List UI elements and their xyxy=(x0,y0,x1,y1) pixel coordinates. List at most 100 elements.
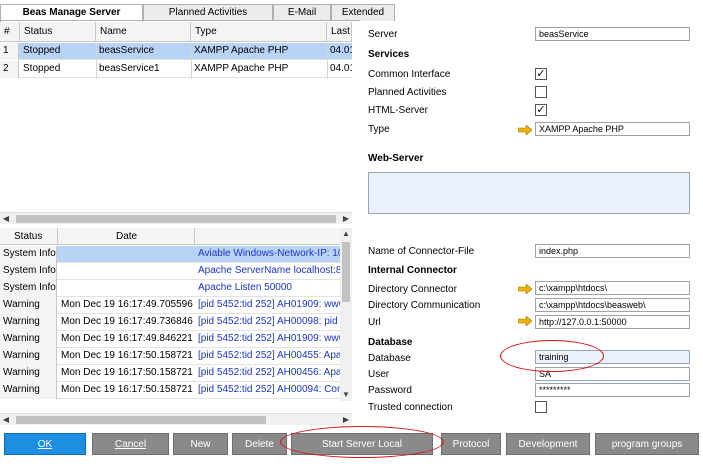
log-message: Apache ServerName localhost:80 xyxy=(198,265,340,276)
log-grid-hscrollbar[interactable]: ◀ ▶ xyxy=(0,413,352,425)
trusted-connection-checkbox[interactable] xyxy=(535,401,547,413)
directory-connector-field[interactable]: c:\xampp\htdocs\ xyxy=(535,281,690,295)
web-server-textarea[interactable] xyxy=(368,172,690,214)
scroll-left-icon[interactable]: ◀ xyxy=(0,414,12,426)
list-item[interactable]: Warning Mon Dec 19 16:17:49.846221 20 [p… xyxy=(0,331,340,348)
log-status: System Info xyxy=(0,263,57,280)
scroll-thumb[interactable] xyxy=(16,215,336,223)
check-icon: ✓ xyxy=(536,104,546,116)
server-detail-form: Server beasService Services Common Inter… xyxy=(360,22,703,417)
log-date: Mon Dec 19 16:17:49.846221 20 xyxy=(61,333,195,344)
row-last: 04.01 xyxy=(330,45,352,56)
scroll-right-icon[interactable]: ▶ xyxy=(340,213,352,225)
log-status: Warning xyxy=(0,348,57,365)
log-status: System Info xyxy=(0,280,57,297)
log-date: Mon Dec 19 16:17:50.158721 20 xyxy=(61,350,195,361)
new-button[interactable]: New xyxy=(173,433,228,455)
col-date-header[interactable]: Date xyxy=(58,228,195,245)
col-num-header[interactable]: # xyxy=(0,22,20,42)
protocol-button[interactable]: Protocol xyxy=(441,433,501,455)
server-field[interactable]: beasService xyxy=(535,27,690,41)
list-item[interactable]: Warning Mon Dec 19 16:17:50.158721 20 [p… xyxy=(0,382,340,399)
common-interface-checkbox[interactable]: ✓ xyxy=(535,68,547,80)
log-status: Warning xyxy=(0,365,57,382)
row-status: Stopped xyxy=(23,45,61,56)
log-date: Mon Dec 19 16:17:49.736846 20 xyxy=(61,316,195,327)
link-arrow-icon[interactable] xyxy=(518,284,532,294)
column-divider xyxy=(327,43,328,79)
directory-communication-label: Directory Communication xyxy=(368,300,481,311)
cancel-button[interactable]: Cancel xyxy=(92,433,169,455)
button-bar: OK Cancel New Delete Start Server Local … xyxy=(0,426,703,464)
row-type: XAMPP Apache PHP xyxy=(194,63,289,74)
scroll-down-icon[interactable]: ▼ xyxy=(340,389,352,401)
list-item[interactable]: Warning Mon Dec 19 16:17:50.158721 20 [p… xyxy=(0,348,340,365)
trusted-connection-label: Trusted connection xyxy=(368,402,453,413)
row-status: Stopped xyxy=(23,63,61,74)
directory-communication-field[interactable]: c:\xampp\htdocs\beasweb\ xyxy=(535,298,690,312)
log-message: [pid 5452:tid 252] AH01909: www xyxy=(198,299,340,310)
tab-divider xyxy=(0,20,360,21)
col-last-header[interactable]: Last C xyxy=(327,22,352,42)
table-row[interactable]: 2 Stopped beasService1 XAMPP Apache PHP … xyxy=(0,61,352,78)
planned-activities-checkbox[interactable] xyxy=(535,86,547,98)
log-status: Warning xyxy=(0,314,57,331)
connector-file-field[interactable]: index.php xyxy=(535,244,690,258)
tab-extended[interactable]: Extended xyxy=(331,4,395,21)
log-message: [pid 5452:tid 252] AH01909: www xyxy=(198,333,340,344)
url-field[interactable]: http://127.0.0.1:50000 xyxy=(535,315,690,329)
password-field[interactable]: ********* xyxy=(535,383,690,397)
list-item[interactable]: Warning Mon Dec 19 16:17:50.158721 20 [p… xyxy=(0,365,340,382)
development-button[interactable]: Development xyxy=(506,433,590,455)
scroll-thumb[interactable] xyxy=(342,242,350,302)
row-name: beasService xyxy=(99,45,155,56)
delete-button[interactable]: Delete xyxy=(232,433,287,455)
log-grid: Status Date System Info Aviable Windows-… xyxy=(0,228,352,413)
list-item[interactable]: Warning Mon Dec 19 16:17:49.705596 20 [p… xyxy=(0,297,340,314)
scroll-up-icon[interactable]: ▲ xyxy=(340,228,352,240)
log-date: Mon Dec 19 16:17:49.705596 20 xyxy=(61,299,195,310)
list-item[interactable]: System Info Apache Listen 50000 xyxy=(0,280,340,297)
col-name-header[interactable]: Name xyxy=(96,22,191,42)
log-date: Mon Dec 19 16:17:50.158721 20 xyxy=(61,384,195,395)
col-status-header[interactable]: Status xyxy=(20,22,96,42)
log-grid-vscrollbar[interactable]: ▲ ▼ xyxy=(340,228,352,401)
link-arrow-icon[interactable] xyxy=(518,125,532,135)
scroll-left-icon[interactable]: ◀ xyxy=(0,213,12,225)
log-status: Warning xyxy=(0,297,57,314)
column-divider xyxy=(96,43,97,79)
type-field[interactable]: XAMPP Apache PHP xyxy=(535,122,690,136)
list-item[interactable]: System Info Apache ServerName localhost:… xyxy=(0,263,340,280)
html-server-checkbox[interactable]: ✓ xyxy=(535,104,547,116)
tab-email[interactable]: E-Mail xyxy=(273,4,331,21)
row-type: XAMPP Apache PHP xyxy=(194,45,289,56)
server-grid: # Status Name Type Last C 1 Stopped beas… xyxy=(0,22,352,222)
col-type-header[interactable]: Type xyxy=(191,22,327,42)
database-label: Database xyxy=(368,353,411,364)
log-message: [pid 5452:tid 252] AH00098: pid f xyxy=(198,316,340,327)
log-date: Mon Dec 19 16:17:50.158721 20 xyxy=(61,367,195,378)
internal-connector-heading: Internal Connector xyxy=(368,265,457,276)
tab-planned-activities[interactable]: Planned Activities xyxy=(143,4,273,21)
log-message: [pid 5452:tid 252] AH00094: Com xyxy=(198,384,340,395)
scroll-thumb[interactable] xyxy=(16,416,266,424)
list-item[interactable]: System Info Aviable Windows-Network-IP: … xyxy=(0,246,340,263)
server-grid-hscrollbar[interactable]: ◀ ▶ xyxy=(0,212,352,224)
column-divider xyxy=(191,43,192,79)
log-status: Warning xyxy=(0,331,57,348)
user-label: User xyxy=(368,369,390,380)
log-status: Warning xyxy=(0,382,57,399)
list-item[interactable]: Warning Mon Dec 19 16:17:49.736846 20 [p… xyxy=(0,314,340,331)
scroll-right-icon[interactable]: ▶ xyxy=(340,414,352,426)
col-status-header[interactable]: Status xyxy=(0,228,58,245)
directory-connector-label: Directory Connector xyxy=(368,284,457,295)
html-server-label: HTML-Server xyxy=(368,105,429,116)
table-row[interactable]: 1 Stopped beasService XAMPP Apache PHP 0… xyxy=(0,43,352,60)
link-arrow-icon[interactable] xyxy=(518,316,532,326)
annotation-circle xyxy=(280,426,444,458)
row-number: 2 xyxy=(0,61,19,78)
program-groups-button[interactable]: program groups xyxy=(595,433,699,455)
ok-button[interactable]: OK xyxy=(4,433,86,455)
row-name: beasService1 xyxy=(99,63,160,74)
connector-file-label: Name of Connector-File xyxy=(368,246,475,257)
